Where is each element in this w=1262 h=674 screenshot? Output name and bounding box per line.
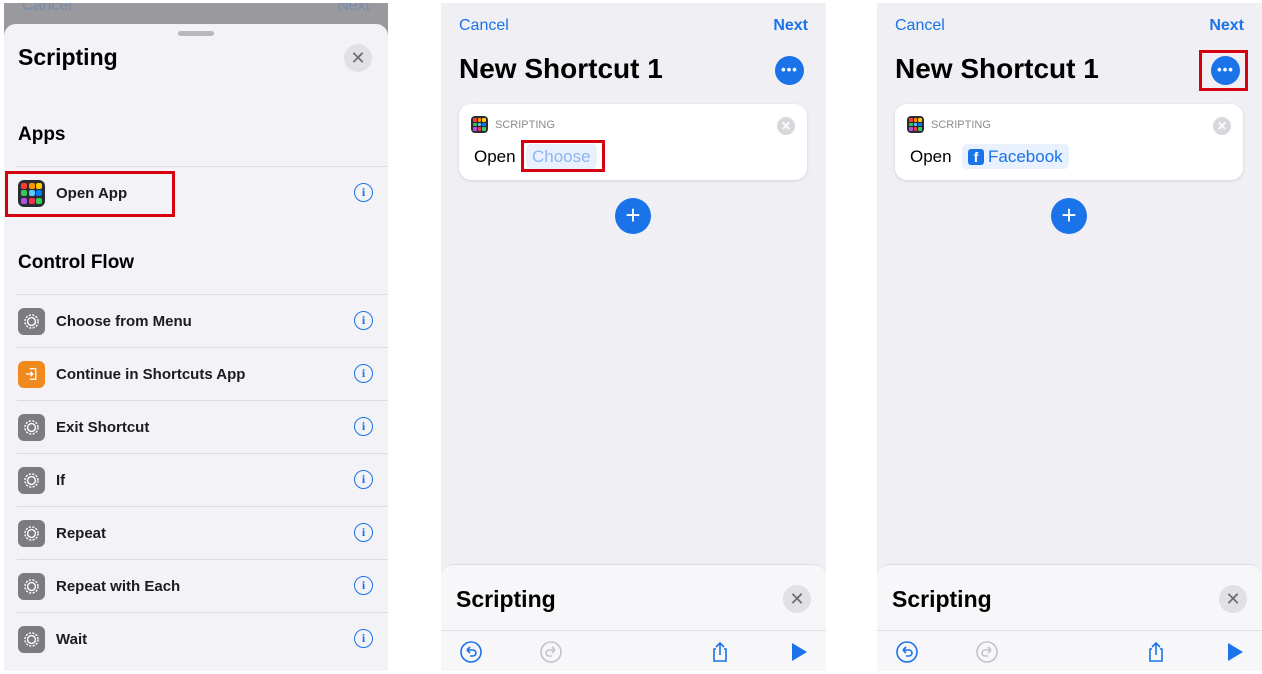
- list-item-label: Exit Shortcut: [56, 418, 150, 436]
- list-item-label: If: [56, 471, 66, 489]
- app-grid-icon: [471, 116, 488, 133]
- action-verb: Open: [474, 147, 516, 166]
- next-button[interactable]: Next: [1209, 17, 1244, 35]
- page-title: New Shortcut 1: [459, 53, 663, 84]
- info-icon[interactable]: i: [354, 183, 373, 202]
- remove-action-button[interactable]: ✕: [777, 117, 795, 135]
- section-heading-apps: Apps: [18, 124, 66, 145]
- list-item-continue-in-shortcuts-app[interactable]: Continue in Shortcuts App i: [17, 347, 388, 400]
- list-item-if[interactable]: If i: [17, 453, 388, 506]
- cancel-button[interactable]: Cancel: [459, 17, 509, 35]
- play-icon[interactable]: [1223, 640, 1247, 664]
- shortcut-editor-screen-choose: Cancel Next New Shortcut 1 ••• SCRIPTING…: [441, 3, 826, 671]
- list-item-repeat[interactable]: Repeat i: [17, 506, 388, 559]
- undo-icon[interactable]: [459, 640, 483, 664]
- list-item-exit-shortcut[interactable]: Exit Shortcut i: [17, 400, 388, 453]
- action-picker-screen: Cancel Next Scripting ✕ Apps Open App i …: [4, 3, 388, 671]
- undo-icon[interactable]: [895, 640, 919, 664]
- highlight-box-choose: [521, 140, 605, 172]
- action-category-label: SCRIPTING: [931, 119, 991, 131]
- section-heading-control-flow: Control Flow: [18, 252, 135, 273]
- highlight-box-open-app: [5, 171, 175, 217]
- info-icon[interactable]: i: [354, 311, 373, 330]
- app-grid-icon: [907, 116, 924, 133]
- list-item-label: Choose from Menu: [56, 312, 192, 330]
- list-item-label: Repeat with Each: [56, 577, 181, 595]
- redo-icon[interactable]: [975, 640, 999, 664]
- list-item-wait[interactable]: Wait i: [17, 612, 388, 665]
- sheet-title: Scripting: [18, 44, 118, 70]
- sheet-close-button[interactable]: ✕: [344, 44, 372, 72]
- info-icon[interactable]: i: [354, 629, 373, 648]
- share-icon[interactable]: [708, 640, 732, 664]
- remove-action-button[interactable]: ✕: [1213, 117, 1231, 135]
- app-parameter-facebook[interactable]: f Facebook: [962, 144, 1069, 169]
- drawer-close-button[interactable]: ✕: [1219, 585, 1247, 613]
- share-icon[interactable]: [1144, 640, 1168, 664]
- gear-icon: [18, 307, 45, 335]
- info-icon[interactable]: i: [354, 470, 373, 489]
- cancel-button[interactable]: Cancel: [895, 17, 945, 35]
- gear-icon: [18, 413, 45, 441]
- action-card-open-app: SCRIPTING ✕ Open f Facebook: [895, 104, 1243, 180]
- gear-icon: [18, 519, 45, 547]
- add-action-button[interactable]: +: [1051, 198, 1087, 234]
- next-button[interactable]: Next: [773, 17, 808, 35]
- drawer-title: Scripting: [892, 586, 992, 612]
- page-title: New Shortcut 1: [895, 53, 1099, 84]
- action-card-open-app: SCRIPTING ✕ Open Choose: [459, 104, 807, 180]
- info-icon[interactable]: i: [354, 417, 373, 436]
- facebook-icon: f: [968, 148, 984, 165]
- gear-icon: [18, 466, 45, 494]
- list-item-label: Repeat: [56, 524, 107, 542]
- info-icon[interactable]: i: [354, 576, 373, 595]
- drawer-close-button[interactable]: ✕: [783, 585, 811, 613]
- list-item-label: Continue in Shortcuts App: [56, 365, 246, 383]
- scripting-sheet: Scripting ✕ Apps Open App i Control Flow…: [4, 24, 388, 671]
- editor-toolbar: [441, 630, 826, 671]
- action-verb: Open: [910, 147, 952, 166]
- gear-icon: [18, 625, 45, 653]
- list-item-choose-from-menu[interactable]: Choose from Menu i: [17, 294, 388, 347]
- list-item-label: Wait: [56, 630, 88, 648]
- drawer-title: Scripting: [456, 586, 556, 612]
- info-icon[interactable]: i: [354, 523, 373, 542]
- action-category-label: SCRIPTING: [495, 119, 555, 131]
- peek-next-link: Next: [337, 3, 370, 14]
- info-icon[interactable]: i: [354, 364, 373, 383]
- peek-cancel-link: Cancel: [22, 3, 72, 14]
- gear-icon: [18, 572, 45, 600]
- editor-toolbar: [877, 630, 1262, 671]
- redo-icon[interactable]: [539, 640, 563, 664]
- add-action-button[interactable]: +: [615, 198, 651, 234]
- list-item-repeat-with-each[interactable]: Repeat with Each i: [17, 559, 388, 612]
- sheet-grabber[interactable]: [178, 31, 214, 36]
- continue-icon: [18, 360, 45, 388]
- shortcut-editor-screen-facebook: Cancel Next New Shortcut 1 ••• SCRIPTING…: [877, 3, 1262, 671]
- play-icon[interactable]: [787, 640, 811, 664]
- highlight-box-more-options: [1199, 50, 1248, 91]
- app-parameter-label: Facebook: [988, 147, 1063, 166]
- more-options-button[interactable]: •••: [775, 56, 804, 85]
